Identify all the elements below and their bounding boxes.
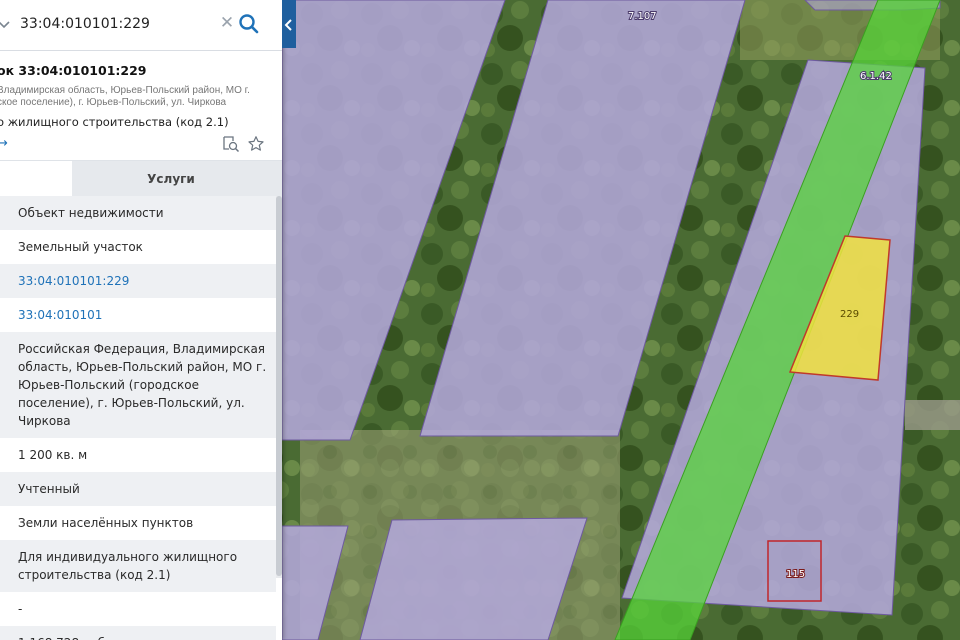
object-address: Владимирская область, Юрьев-Польский рай… xyxy=(0,85,250,108)
zone-label: 6.1.42 xyxy=(860,71,892,82)
close-icon[interactable]: ✕ xyxy=(219,13,235,33)
tab-bar: ия Услуги xyxy=(0,160,282,197)
object-permitted-use: о жилищного строительства (код 2.1) xyxy=(0,115,229,129)
attribute-list: Объект недвижимости Земельный участок 33… xyxy=(0,196,276,640)
row-cadastral-number[interactable]: 33:04:010101:229 xyxy=(0,264,276,298)
chevron-down-icon[interactable] xyxy=(0,16,10,32)
selected-parcel-label: 229 xyxy=(840,309,859,320)
row-permitted-use: Для индивидуального жилищного строительс… xyxy=(0,540,276,592)
road xyxy=(905,400,960,430)
parcel-115-label: 115 xyxy=(786,569,805,580)
collapse-panel-button[interactable] xyxy=(282,0,296,48)
row-object-kind: Земельный участок xyxy=(18,240,143,254)
scrollbar-thumb[interactable] xyxy=(276,196,282,576)
row-cadastral-value: 1 168 728 руб. xyxy=(0,626,276,640)
arrow-right-icon[interactable]: → xyxy=(0,136,8,151)
search-bar: ✕ xyxy=(0,0,282,51)
row-status: Учтенный xyxy=(0,472,276,506)
tab-information[interactable]: ия xyxy=(0,161,72,197)
row-cadastral-quarter[interactable]: 33:04:010101 xyxy=(0,298,276,332)
row-area: 1 200 кв. м xyxy=(18,448,88,462)
object-title: ок 33:04:010101:229 xyxy=(0,63,147,78)
zoom-to-object-icon[interactable] xyxy=(222,135,240,153)
quarter-label: 7.107 xyxy=(628,11,657,22)
row-dash: - xyxy=(18,602,23,616)
search-icon[interactable] xyxy=(238,12,260,36)
tab-services[interactable]: Услуги xyxy=(72,161,282,197)
star-icon[interactable] xyxy=(247,135,265,153)
parcel-bottom-mid[interactable] xyxy=(359,517,588,640)
row-land-category: Земли населённых пунктов xyxy=(18,516,194,530)
info-panel: ✕ ок 33:04:010101:229 Владимирская облас… xyxy=(0,0,282,640)
scrollbar[interactable] xyxy=(276,196,282,578)
row-address: Российская Федерация, Владимирская облас… xyxy=(0,332,276,438)
row-object-type: Объект недвижимости xyxy=(0,196,276,230)
search-input[interactable] xyxy=(20,12,210,36)
